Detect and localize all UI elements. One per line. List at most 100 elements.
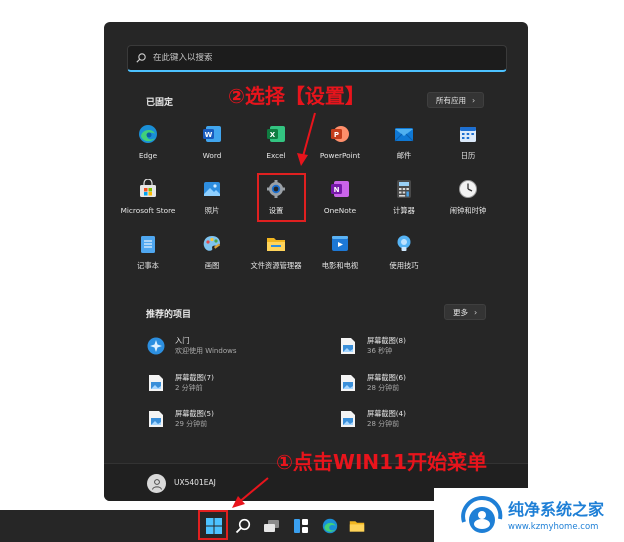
movies-icon	[329, 233, 351, 255]
word-icon: W	[201, 123, 223, 145]
app-label: 电影和电视	[321, 261, 359, 270]
photos-icon	[201, 178, 223, 200]
store-icon	[137, 178, 159, 200]
recommended-item-name: 入门	[175, 336, 190, 345]
pinned-app-word[interactable]: W Word	[180, 117, 244, 172]
recommended-item-screenshot-6[interactable]: 屏幕截图(6) 28 分钟前	[338, 373, 406, 393]
pinned-app-file-explorer[interactable]: 文件资源管理器	[244, 227, 308, 282]
recommended-item-name: 屏幕截图(4)	[367, 409, 406, 418]
tips-icon	[393, 233, 415, 255]
folder-icon	[349, 521, 365, 532]
image-file-icon	[338, 409, 358, 429]
svg-text:P: P	[334, 131, 339, 139]
watermark-name: 纯净系统之家	[508, 500, 605, 519]
search-input[interactable]	[153, 53, 483, 63]
annotation-arrow-settings	[297, 112, 316, 166]
pinned-app-onenote[interactable]: N OneNote	[308, 172, 372, 227]
recommended-item-get-started[interactable]: 入门 欢迎使用 Windows	[146, 336, 236, 356]
task-view-icon	[264, 520, 279, 532]
pinned-app-tips[interactable]: 使用技巧	[372, 227, 436, 282]
pinned-title: 已固定	[146, 98, 174, 108]
settings-gear-icon	[265, 178, 287, 200]
recommended-item-screenshot-5[interactable]: 屏幕截图(5) 29 分钟前	[146, 409, 214, 429]
pinned-app-microsoft-store[interactable]: Microsoft Store	[116, 172, 180, 227]
pinned-app-edge[interactable]: Edge	[116, 117, 180, 172]
pinned-app-alarms-clock[interactable]: 闹钟和时钟	[436, 172, 500, 227]
app-label: 照片	[204, 206, 220, 215]
pinned-app-calculator[interactable]: 计算器	[372, 172, 436, 227]
pinned-app-settings[interactable]: 设置	[244, 172, 308, 227]
app-label: 闹钟和时钟	[449, 206, 487, 215]
recommended-item-screenshot-4[interactable]: 屏幕截图(4) 28 分钟前	[338, 409, 406, 429]
folder-icon	[265, 233, 287, 255]
app-label: 记事本	[137, 261, 159, 270]
app-label: Microsoft Store	[120, 206, 176, 215]
app-label: 设置	[268, 206, 284, 215]
recommended-item-sub: 28 分钟前	[367, 384, 400, 392]
recommended-item-sub: 36 秒钟	[367, 347, 393, 355]
search-box[interactable]	[127, 45, 507, 72]
calculator-icon	[393, 178, 415, 200]
app-label: 邮件	[396, 151, 412, 160]
app-label: 画图	[204, 261, 220, 270]
app-label: PowerPoint	[319, 151, 361, 160]
image-file-icon	[146, 373, 166, 393]
taskbar-explorer-button[interactable]	[345, 514, 369, 538]
paint-icon	[201, 233, 223, 255]
pinned-app-movies-tv[interactable]: 电影和电视	[308, 227, 372, 282]
recommended-item-sub: 28 分钟前	[367, 420, 400, 428]
app-label: Excel	[266, 151, 286, 160]
annotation-arrow-start	[232, 477, 269, 508]
excel-icon: X	[265, 123, 287, 145]
powerpoint-icon: P	[329, 123, 351, 145]
svg-text:X: X	[270, 131, 276, 139]
taskbar-edge-button[interactable]	[318, 514, 342, 538]
start-button-highlight	[198, 510, 228, 540]
recommended-title: 推荐的项目	[146, 310, 192, 320]
pinned-app-paint[interactable]: 画图	[180, 227, 244, 282]
mail-icon	[393, 123, 415, 145]
watermark: 纯净系统之家 www.kzmyhome.com	[434, 488, 624, 542]
app-label: Word	[202, 151, 222, 160]
recommended-item-screenshot-8[interactable]: 屏幕截图(8) 36 秒钟	[338, 336, 406, 356]
recommended-item-name: 屏幕截图(8)	[367, 336, 406, 345]
user-name[interactable]: UX5401EAJ	[174, 478, 216, 487]
user-icon	[151, 478, 162, 490]
widgets-icon	[294, 519, 308, 533]
app-label: 日历	[460, 151, 476, 160]
watermark-logo	[461, 495, 503, 533]
pinned-app-photos[interactable]: 照片	[180, 172, 244, 227]
more-button[interactable]: 更多 ›	[444, 304, 487, 320]
pinned-app-notepad[interactable]: 记事本	[116, 227, 180, 282]
pinned-app-mail[interactable]: 邮件	[372, 117, 436, 172]
annotation-step2: ②选择【设置】	[228, 84, 365, 108]
all-apps-button[interactable]: 所有应用 ›	[427, 92, 485, 108]
app-label: OneNote	[323, 206, 357, 215]
widgets-button[interactable]	[289, 514, 313, 538]
onenote-icon: N	[329, 178, 351, 200]
annotation-step1: ①点击WIN11开始菜单	[276, 450, 488, 474]
search-icon	[136, 53, 146, 63]
recommended-item-sub: 欢迎使用 Windows	[175, 347, 237, 355]
more-label: 更多	[453, 307, 468, 317]
svg-text:N: N	[334, 186, 340, 194]
chevron-right-icon: ›	[474, 307, 478, 317]
clock-icon	[457, 178, 479, 200]
recommended-item-name: 屏幕截图(5)	[175, 409, 214, 418]
pinned-app-calendar[interactable]: 日历	[436, 117, 500, 172]
recommended-item-name: 屏幕截图(7)	[175, 373, 214, 382]
taskbar-search-button[interactable]	[231, 514, 255, 538]
image-file-icon	[146, 409, 166, 429]
get-started-icon	[146, 336, 166, 356]
recommended-item-name: 屏幕截图(6)	[367, 373, 406, 382]
task-view-button[interactable]	[260, 514, 284, 538]
recommended-item-screenshot-7[interactable]: 屏幕截图(7) 2 分钟前	[146, 373, 214, 393]
edge-icon	[322, 518, 338, 534]
app-label: 文件资源管理器	[250, 261, 302, 270]
svg-text:W: W	[205, 131, 213, 139]
app-label: 计算器	[393, 206, 415, 215]
watermark-url: www.kzmyhome.com	[508, 522, 599, 532]
user-avatar[interactable]	[147, 474, 166, 493]
app-label: Edge	[138, 151, 158, 160]
search-icon	[235, 518, 251, 534]
